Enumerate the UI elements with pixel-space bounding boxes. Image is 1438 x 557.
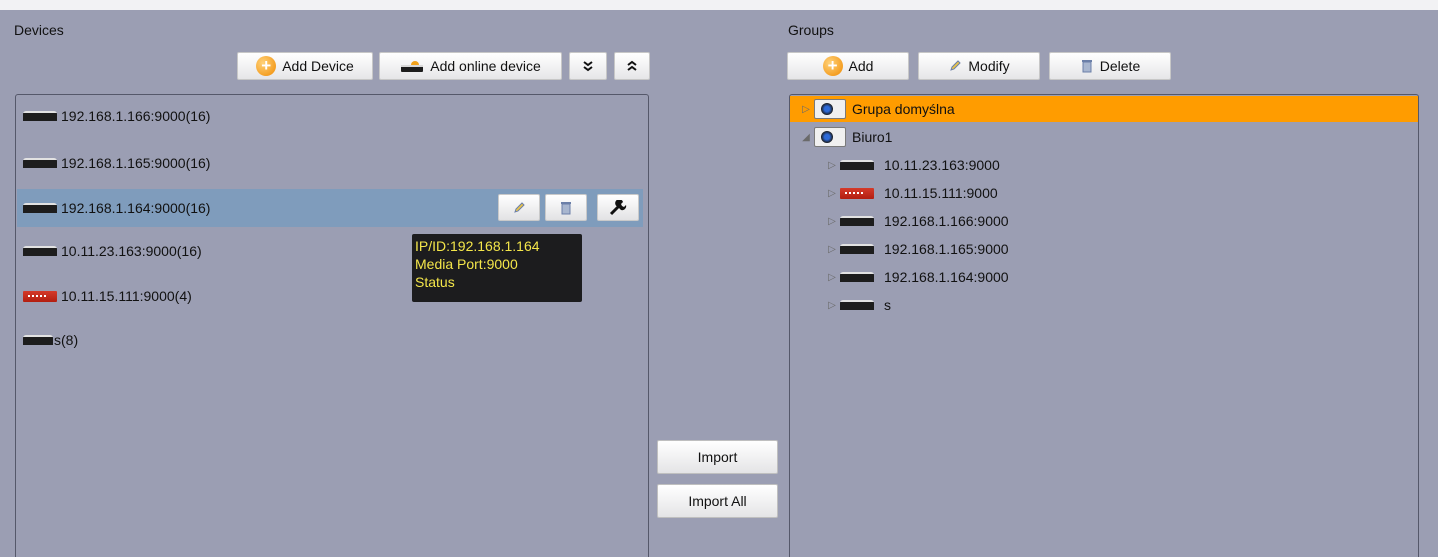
device-row-selected[interactable]: 192.168.1.164:9000(16) [17,189,643,227]
device-tooltip: IP/ID:192.168.1.164 Media Port:9000 Stat… [412,234,582,302]
tree-device-row[interactable]: ▷ 10.11.15.111:9000 [824,180,998,206]
add-online-device-button[interactable]: Add online device [379,52,562,80]
tree-device-label: 10.11.23.163:9000 [884,157,1000,173]
tree-device-row[interactable]: ▷ s [824,292,891,318]
collapsed-arrow-icon[interactable]: ▷ [824,244,840,255]
dvr-icon [840,216,874,226]
device-row[interactable]: s(8) [17,321,643,359]
tree-device-label: 192.168.1.164:9000 [884,269,1009,285]
group-label: Biuro1 [852,129,893,145]
tree-group-row[interactable]: ◢ Biuro1 [790,124,892,150]
delete-device-button[interactable] [545,194,587,221]
top-strip [0,0,1438,10]
dvr-icon [23,203,57,213]
expanded-arrow-icon[interactable]: ◢ [798,132,814,143]
device-row[interactable]: 192.168.1.165:9000(16) [17,144,643,182]
dvr-icon [840,160,874,170]
tooltip-ip: IP/ID:192.168.1.164 [415,238,540,254]
devices-title: Devices [14,22,64,38]
dvr-icon [23,335,53,345]
tree-device-row[interactable]: ▷ 192.168.1.166:9000 [824,208,1009,234]
devices-list-panel[interactable]: 192.168.1.166:9000(16) 192.168.1.165:900… [15,94,649,557]
configure-device-button[interactable] [597,194,639,221]
tree-device-row[interactable]: ▷ 192.168.1.165:9000 [824,236,1009,262]
red-dvr-icon [840,187,874,199]
dvr-icon [840,244,874,254]
collapsed-arrow-icon[interactable]: ▷ [824,160,840,171]
plus-icon: + [822,56,843,76]
double-chevron-up-icon [627,60,637,71]
tree-device-row[interactable]: ▷ 192.168.1.164:9000 [824,264,1009,290]
dvr-icon [23,111,57,121]
pencil-icon [948,59,962,73]
modify-group-label: Modify [968,58,1010,74]
collapsed-arrow-icon[interactable]: ▷ [824,300,840,311]
trash-icon [1080,59,1094,73]
add-online-device-label: Add online device [430,58,541,74]
tree-device-row[interactable]: ▷ 10.11.23.163:9000 [824,152,1000,178]
cloud-device-icon [400,59,424,73]
camera-group-icon [814,127,846,147]
device-label: 10.11.23.163:9000(16) [61,243,202,259]
tree-device-label: 10.11.15.111:9000 [884,185,998,201]
import-all-button[interactable]: Import All [657,484,778,518]
plus-icon: + [256,56,277,76]
import-button[interactable]: Import [657,440,778,474]
device-label: 192.168.1.164:9000(16) [61,200,211,216]
add-group-label: Add [848,58,874,74]
dvr-icon [840,300,874,310]
delete-group-button[interactable]: Delete [1049,52,1171,80]
add-device-label: Add Device [282,58,354,74]
device-label: s(8) [54,332,79,348]
device-label: 10.11.15.111:9000(4) [61,288,192,304]
edit-device-button[interactable] [498,194,540,221]
trash-icon [561,201,571,214]
group-label: Grupa domyślna [852,101,955,117]
pencil-icon [514,201,525,213]
camera-group-icon [814,99,846,119]
collapse-all-button[interactable] [614,52,650,80]
dvr-icon [23,246,57,256]
red-dvr-icon [23,290,57,302]
collapsed-arrow-icon[interactable]: ▷ [824,188,840,199]
collapsed-arrow-icon[interactable]: ▷ [824,272,840,283]
modify-group-button[interactable]: Modify [918,52,1040,80]
tree-device-label: 192.168.1.165:9000 [884,241,1009,257]
groups-title: Groups [788,22,834,38]
double-chevron-down-icon [583,61,593,72]
dvr-icon [23,158,57,168]
expand-all-button[interactable] [569,52,607,80]
groups-tree-panel[interactable]: ▷ Grupa domyślna ◢ Biuro1 ▷ 10.11.23.163… [789,94,1419,557]
tree-device-label: 192.168.1.166:9000 [884,213,1009,229]
device-label: 192.168.1.165:9000(16) [61,155,211,171]
delete-group-label: Delete [1099,58,1141,74]
dvr-icon [840,272,874,282]
collapsed-arrow-icon[interactable]: ▷ [798,104,814,115]
tooltip-status: Status [415,274,455,290]
tooltip-media-port: Media Port:9000 [415,256,518,272]
collapsed-arrow-icon[interactable]: ▷ [824,216,840,227]
add-group-button[interactable]: + Add [787,52,909,80]
tree-device-label: s [884,297,891,313]
wrench-icon [609,199,627,215]
device-row[interactable]: 192.168.1.166:9000(16) [17,97,643,135]
device-label: 192.168.1.166:9000(16) [61,108,211,124]
tree-group-row-selected[interactable]: ▷ Grupa domyślna [790,96,1418,122]
add-device-button[interactable]: + Add Device [237,52,373,80]
